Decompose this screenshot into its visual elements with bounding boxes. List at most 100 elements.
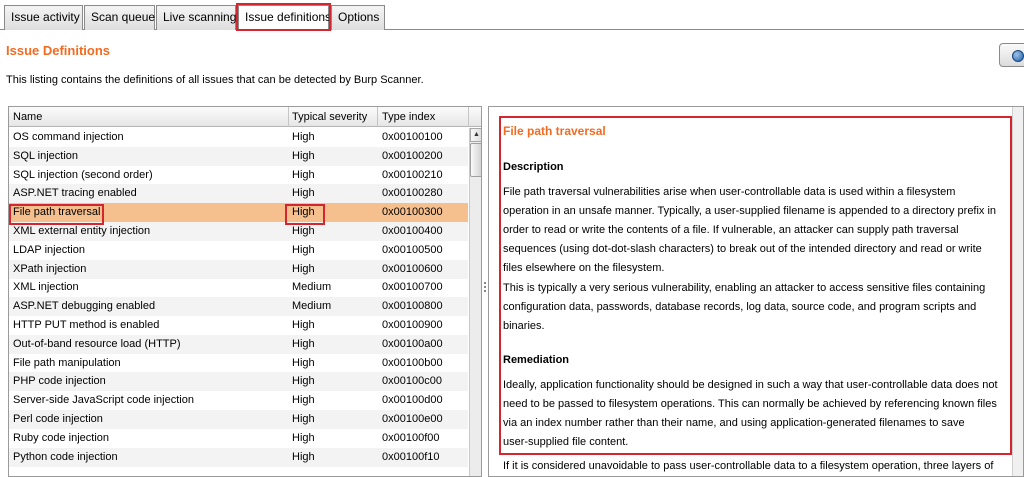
cell-severity: High	[292, 131, 315, 143]
cell-type-index: 0x00100500	[382, 243, 443, 256]
cell-severity: High	[292, 319, 315, 331]
cell-severity: High	[292, 149, 315, 162]
detail-title: File path traversal	[503, 124, 606, 138]
cell-severity: High	[292, 450, 315, 463]
cell-severity: High	[292, 375, 315, 388]
cell-type-index: 0x00100e00	[382, 413, 443, 425]
cell-type-index: 0x00100200	[382, 149, 443, 162]
column-header-name[interactable]: Name	[9, 107, 289, 127]
table-row[interactable]: Python code injection High 0x00100f10	[9, 447, 468, 467]
tab-scan-queue[interactable]: Scan queue	[84, 5, 155, 30]
cell-name: LDAP injection	[13, 243, 85, 256]
cell-name: PHP code injection	[13, 375, 106, 388]
table-row[interactable]: XML injection Medium 0x00100700	[9, 278, 468, 297]
cell-severity: High	[292, 225, 315, 237]
detail-text-line: Ideally, application functionality shoul…	[503, 379, 998, 391]
cell-type-index: 0x00100a00	[382, 337, 443, 350]
detail-text-line: files elsewhere on the filesystem.	[503, 262, 665, 274]
cell-name: File path traversal	[13, 206, 101, 219]
table-row[interactable]: HTTP PUT method is enabled High 0x00100900	[9, 316, 468, 335]
cell-name: HTTP PUT method is enabled	[13, 319, 160, 331]
table-row[interactable]: LDAP injection High 0x00100500	[9, 241, 468, 260]
detail-text-line: via an index number rather than their na…	[503, 417, 965, 429]
detail-scrollbar[interactable]	[1012, 107, 1023, 476]
cell-severity: High	[292, 431, 315, 444]
tab-issue-definitions[interactable]: Issue definitions	[236, 3, 331, 31]
column-header-type-index[interactable]: Type index	[378, 107, 469, 127]
cell-type-index: 0x00100f10	[382, 450, 440, 463]
cell-type-index: 0x00100400	[382, 225, 443, 237]
cell-type-index: 0x00100700	[382, 281, 443, 294]
table-row[interactable]: XML external entity injection High 0x00100…	[9, 222, 468, 241]
cell-severity: High	[292, 262, 315, 275]
cell-severity: High	[292, 394, 315, 407]
detail-text-line: need to be passed to filesystem operatio…	[503, 398, 997, 410]
cell-type-index: 0x00100600	[382, 262, 443, 275]
globe-button[interactable]	[999, 43, 1024, 67]
table-row[interactable]: Ruby code injection High 0x00100f00	[9, 429, 468, 448]
cell-name: Perl code injection	[13, 413, 103, 425]
cell-severity: High	[292, 356, 315, 369]
cell-name: ASP.NET debugging enabled	[13, 300, 156, 313]
remediation-heading: Remediation	[503, 354, 570, 366]
table-row[interactable]: Perl code injection High 0x00100e00	[9, 410, 468, 429]
table-row[interactable]: ASP.NET debugging enabled Medium 0x0010080…	[9, 297, 468, 317]
detail-text-line: operation in an unsafe manner. Typically…	[503, 205, 997, 217]
cell-severity: High	[292, 243, 315, 256]
cell-severity: High	[292, 187, 315, 200]
cell-severity: High	[292, 413, 315, 425]
cell-severity: High	[292, 206, 315, 219]
tab-live-scanning[interactable]: Live scanning	[156, 5, 236, 30]
tab-options[interactable]: Options	[331, 5, 385, 30]
cell-name: Ruby code injection	[13, 431, 110, 444]
cell-name: ASP.NET tracing enabled	[13, 187, 137, 200]
table-row[interactable]: XPath injection High 0x00100600	[9, 259, 468, 279]
detail-text-line: user-supplied file content.	[503, 436, 629, 448]
detail-text-line: sequences (using dot-dot-slash character…	[503, 243, 982, 255]
detail-text-line: configuration data, passwords, database …	[503, 301, 977, 313]
cell-severity: High	[292, 168, 315, 181]
table-row[interactable]: File path manipulation High 0x00100b00	[9, 354, 468, 373]
issue-detail-pane: File path traversal Description File pat…	[488, 106, 1024, 477]
cell-name: OS command injection	[13, 131, 124, 143]
remediation-paragraph-2: If it is considered unavoidable to pass …	[503, 460, 994, 472]
globe-icon	[1012, 50, 1024, 62]
table-row[interactable]: OS command injection High 0x00100100	[9, 128, 468, 147]
cell-name: Server-side JavaScript code injection	[13, 394, 194, 407]
table-row[interactable]: File path traversal High 0x00100300	[9, 203, 468, 223]
description-heading: Description	[503, 161, 564, 173]
cell-type-index: 0x00100c00	[382, 375, 442, 388]
cell-type-index: 0x00100300	[382, 206, 443, 219]
cell-type-index: 0x00100d00	[382, 394, 443, 407]
table-row[interactable]: Server-side JavaScript code injection Hig…	[9, 391, 468, 410]
cell-type-index: 0x00100b00	[382, 356, 443, 369]
cell-type-index: 0x00100280	[382, 187, 443, 200]
cell-type-index: 0x00100800	[382, 300, 443, 313]
table-row[interactable]: SQL injection High 0x00100200	[9, 146, 468, 166]
cell-type-index: 0x00100100	[382, 131, 443, 143]
tab-issue-activity[interactable]: Issue activity	[4, 5, 83, 30]
issue-list-table: Name Typical severity Type index OS comm…	[8, 106, 482, 477]
cell-name: XPath injection	[13, 262, 87, 275]
scroll-thumb[interactable]	[470, 143, 481, 177]
cell-severity: Medium	[292, 281, 332, 294]
cell-name: File path manipulation	[13, 356, 121, 369]
detail-text-line: order to read or write the contents of a…	[503, 224, 959, 236]
table-row[interactable]: Out-of-band resource load (HTTP) High 0x00…	[9, 334, 468, 354]
cell-name: XML external entity injection	[13, 225, 151, 237]
page-title: Issue Definitions	[6, 43, 111, 58]
table-row[interactable]: ASP.NET tracing enabled High 0x00100280	[9, 184, 468, 204]
cell-name: XML injection	[13, 281, 79, 294]
cell-type-index: 0x00100f00	[382, 431, 440, 444]
cell-name: SQL injection (second order)	[13, 168, 153, 181]
table-row[interactable]: PHP code injection High 0x00100c00	[9, 372, 468, 392]
cell-name: Python code injection	[13, 450, 118, 463]
table-header: Name Typical severity Type index	[9, 107, 481, 127]
cell-type-index: 0x00100900	[382, 319, 443, 331]
cell-severity: Medium	[292, 300, 332, 313]
scroll-up-icon[interactable]: ▲	[470, 128, 481, 142]
tab-bar: Issue activity Scan queue Live scanning …	[0, 0, 1024, 31]
list-scrollbar[interactable]: ▲	[469, 128, 481, 476]
table-row[interactable]: SQL injection (second order) High 0x001002…	[9, 166, 468, 185]
column-header-severity[interactable]: Typical severity	[288, 107, 378, 127]
